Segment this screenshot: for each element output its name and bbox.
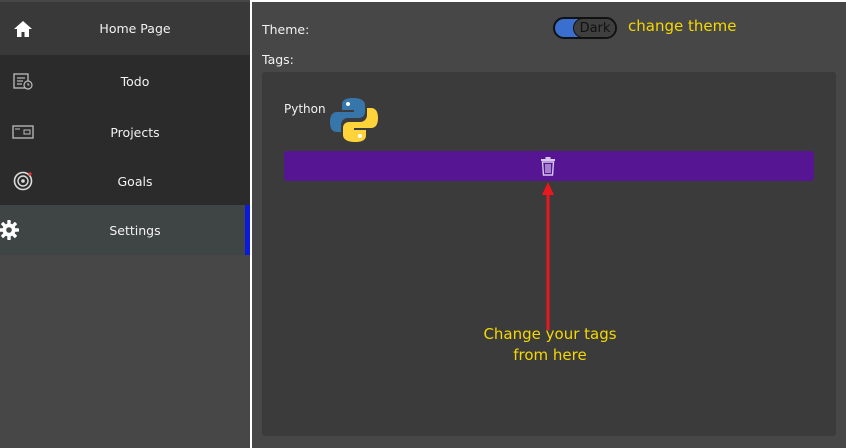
theme-label: Theme: [262,22,310,37]
sidebar-item-todo[interactable]: Todo [0,55,250,107]
annotation-arrow [542,182,554,330]
tags-panel: Python Change your tags from here [262,72,836,436]
sidebar-item-projects[interactable]: Projects [0,107,250,157]
change-theme-annotation: change theme [628,17,737,35]
sidebar-item-goals[interactable]: Goals [0,157,250,205]
sidebar-item-label: Projects [110,124,160,140]
sidebar-item-label: Settings [109,222,161,238]
sidebar-item-label: Home Page [99,21,171,36]
tags-label: Tags: [262,52,294,67]
change-tags-annotation-line2: from here [513,346,587,364]
change-tags-annotation: Change your tags from here [460,324,640,366]
sidebar-item-settings[interactable]: Settings [0,205,250,255]
change-tags-annotation-line1: Change your tags [483,325,617,343]
sidebar-item-label: Todo [120,73,150,89]
sidebar-item-label: Goals [117,173,153,189]
sidebar: Home Page Todo Projects Goals Settings [0,0,250,448]
settings-panel: Theme: Dark change theme Tags: Python Ch… [250,0,846,448]
python-logo [330,98,378,142]
theme-toggle[interactable]: Dark [553,17,617,39]
theme-toggle-knob: Dark [573,19,615,37]
sidebar-item-home-page[interactable]: Home Page [0,2,250,55]
trash-icon [541,157,555,176]
delete-tag-button[interactable] [284,151,814,181]
tag-name: Python [284,102,326,116]
